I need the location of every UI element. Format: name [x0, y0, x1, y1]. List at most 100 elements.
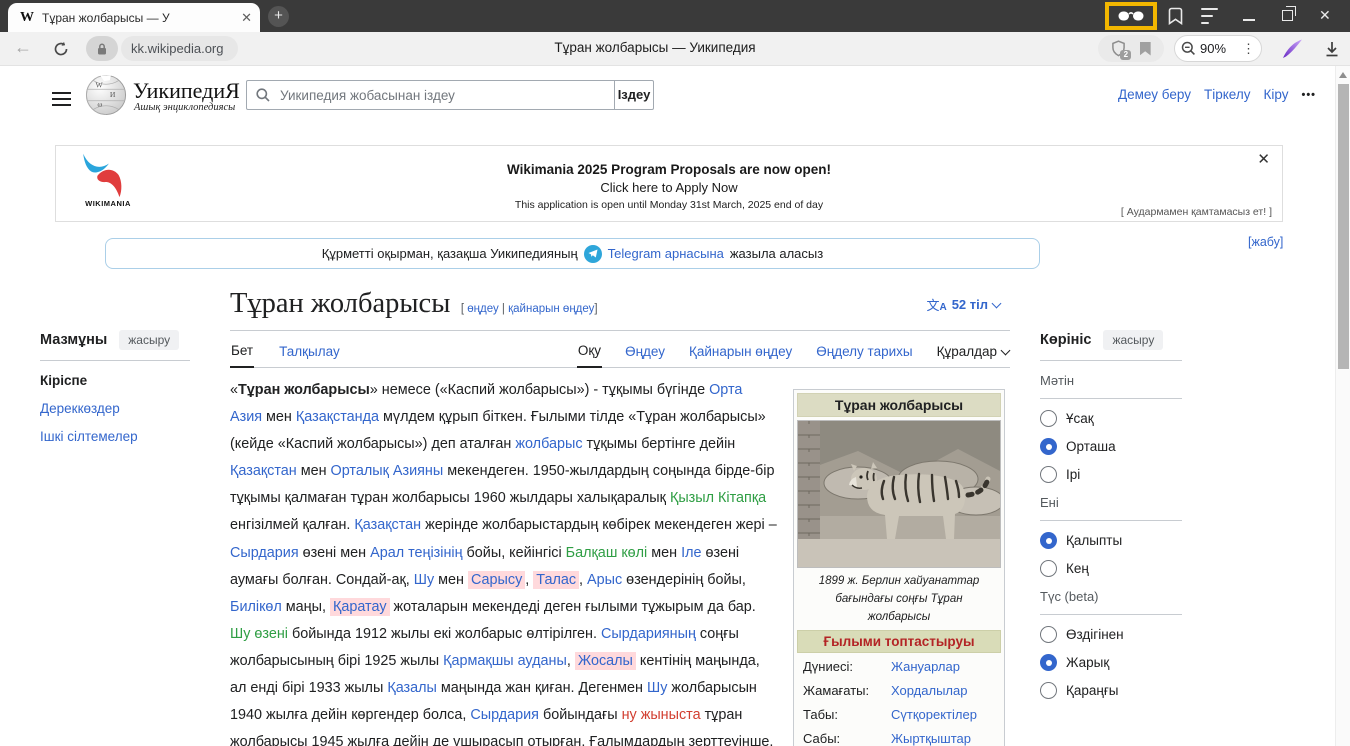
- quill-icon[interactable]: [1278, 32, 1306, 66]
- wikipedia-globe-logo[interactable]: W И ω: [85, 74, 127, 116]
- banner-note: This application is open until Monday 31…: [56, 199, 1282, 211]
- article-link[interactable]: Сарысу: [468, 571, 525, 589]
- url-text[interactable]: kk.wikipedia.org: [121, 36, 238, 61]
- radio-width-wide[interactable]: Кең: [1040, 560, 1182, 577]
- page-scrollbar[interactable]: [1335, 66, 1350, 746]
- tab-tools[interactable]: Құралдар: [936, 336, 1010, 367]
- telegram-channel-link[interactable]: Telegram арнасына: [608, 246, 724, 261]
- bookmark-icon[interactable]: [1140, 42, 1151, 56]
- banner-dismiss-link[interactable]: [жабу]: [1248, 235, 1283, 249]
- login-link[interactable]: Кіру: [1263, 87, 1288, 102]
- radio-width-standard[interactable]: Қалыпты: [1040, 532, 1182, 549]
- new-tab-button[interactable]: +: [268, 6, 289, 27]
- banner-translate-link[interactable]: [ Аудармамен қамтамасыз ет! ]: [1121, 206, 1272, 218]
- zoom-control: 90% ⋮: [1174, 35, 1262, 62]
- donate-link[interactable]: Демеу беру: [1118, 87, 1191, 102]
- article-link[interactable]: Арыс: [587, 572, 622, 588]
- article-link[interactable]: Сырдария: [470, 707, 539, 723]
- window-minimize-button[interactable]: [1243, 19, 1255, 21]
- article-link[interactable]: Қызыл Кітапқа: [670, 490, 766, 506]
- article-link[interactable]: Қазақстан: [230, 463, 297, 479]
- article-link[interactable]: Қазақстанда: [296, 409, 379, 425]
- toc-item-references[interactable]: Дереккөздер: [40, 401, 210, 416]
- download-icon[interactable]: [1318, 32, 1346, 66]
- incognito-highlight-box[interactable]: [1105, 2, 1157, 30]
- wikipedia-tagline: Ашық энциклопедиясы: [134, 102, 235, 113]
- article-link[interactable]: Сырдарияның: [601, 626, 696, 642]
- back-button[interactable]: ←: [14, 37, 32, 58]
- toc-hide-button[interactable]: жасыру: [119, 330, 179, 350]
- article-link[interactable]: Жосалы: [575, 652, 636, 670]
- search-box[interactable]: [246, 80, 615, 110]
- window-restore-button[interactable]: [1282, 10, 1293, 21]
- language-selector[interactable]: 文A 52 тіл: [926, 295, 1000, 314]
- taxon-link[interactable]: Хордалылар: [891, 683, 967, 698]
- article-link[interactable]: Қармақшы ауданы: [443, 653, 567, 669]
- main-menu-icon[interactable]: [52, 88, 71, 110]
- wikipedia-favicon: W: [20, 10, 34, 26]
- wikipedia-wordmark[interactable]: УикипедиЯ: [133, 78, 240, 104]
- toc-item-internal-links[interactable]: Ішкі сілтемелер: [40, 429, 210, 444]
- tab-page[interactable]: Бет: [230, 335, 254, 368]
- protect-shield-icon[interactable]: 2: [1111, 40, 1126, 57]
- toc-header: Мазмұны: [40, 332, 107, 348]
- taxon-link[interactable]: Сүтқоректілер: [891, 707, 977, 722]
- taxon-link[interactable]: Жануарлар: [891, 659, 960, 674]
- article-link[interactable]: Қаратау: [330, 598, 390, 616]
- article-link[interactable]: ну жыныста: [622, 707, 701, 723]
- edit-link[interactable]: өңдеу: [467, 303, 498, 315]
- browser-tab[interactable]: W Тұран жолбарысы — У ✕: [8, 3, 260, 32]
- radio-color-dark[interactable]: Қараңғы: [1040, 682, 1182, 699]
- toc-item-intro[interactable]: Кіріспе: [40, 373, 210, 388]
- lock-icon[interactable]: [86, 36, 118, 61]
- article-link[interactable]: Орталық Азияны: [331, 463, 444, 479]
- banner-close-icon[interactable]: ✕: [1257, 150, 1270, 168]
- header-user-links: Демеу беру Тіркелу Кіру •••: [1118, 87, 1316, 102]
- banner-apply-link[interactable]: Click here to Apply Now: [56, 180, 1282, 195]
- search-input[interactable]: [278, 87, 614, 104]
- article-link[interactable]: Іле: [681, 545, 701, 561]
- collections-icon[interactable]: [1162, 0, 1188, 32]
- browser-menu-icon[interactable]: [1201, 0, 1223, 32]
- scrollbar-thumb[interactable]: [1338, 84, 1349, 369]
- article-link[interactable]: Сырдария: [230, 545, 299, 561]
- tab-talk[interactable]: Талқылау: [278, 336, 341, 367]
- tab-close-icon[interactable]: ✕: [241, 10, 252, 26]
- tab-edit-source[interactable]: Қайнарын өңдеу: [688, 336, 793, 367]
- article-link[interactable]: жолбарыс: [515, 436, 582, 452]
- tab-read[interactable]: Оқу: [577, 335, 602, 368]
- language-icon: 文A: [926, 295, 946, 314]
- article-link[interactable]: Шу өзені: [230, 626, 288, 642]
- color-label: Түс (beta): [1040, 589, 1182, 604]
- article-link[interactable]: Билікөл: [230, 599, 282, 615]
- svg-text:И: И: [110, 90, 116, 99]
- article-link[interactable]: Қазалы: [387, 680, 437, 696]
- tiger-photo[interactable]: [797, 420, 1001, 568]
- article-link[interactable]: Қазақстан: [354, 517, 421, 533]
- refresh-icon[interactable]: [48, 32, 74, 66]
- taxon-link[interactable]: Жыртқыштар: [891, 731, 971, 746]
- article-link[interactable]: Арал теңізінің: [370, 545, 462, 561]
- appearance-hide-button[interactable]: жасыру: [1103, 330, 1163, 350]
- radio-text-large[interactable]: Ірі: [1040, 466, 1182, 483]
- edit-source-link[interactable]: қайнарын өңдеу: [508, 303, 594, 315]
- radio-text-standard[interactable]: Орташа: [1040, 438, 1182, 455]
- article-link[interactable]: Шу: [414, 572, 434, 588]
- address-bar[interactable]: kk.wikipedia.org: [86, 36, 238, 61]
- article-link[interactable]: Талас: [533, 571, 579, 589]
- register-link[interactable]: Тіркелу: [1204, 87, 1251, 102]
- tab-history[interactable]: Өңделу тарихы: [815, 336, 913, 367]
- scrollbar-up-arrow[interactable]: [1339, 72, 1347, 78]
- radio-color-auto[interactable]: Өздігінен: [1040, 626, 1182, 643]
- article-link[interactable]: Шу: [647, 680, 667, 696]
- radio-text-small[interactable]: Ұсақ: [1040, 410, 1182, 427]
- search-button[interactable]: Іздеу: [614, 80, 654, 110]
- article-link[interactable]: Балқаш көлі: [566, 545, 648, 561]
- zoom-out-icon[interactable]: [1181, 41, 1196, 56]
- radio-color-light[interactable]: Жарық: [1040, 654, 1182, 671]
- zoom-menu-icon[interactable]: ⋮: [1242, 41, 1255, 57]
- tab-edit[interactable]: Өңдеу: [624, 336, 666, 367]
- more-options-icon[interactable]: •••: [1301, 89, 1316, 101]
- telegram-icon: [584, 245, 602, 263]
- window-close-button[interactable]: ✕: [1319, 7, 1331, 24]
